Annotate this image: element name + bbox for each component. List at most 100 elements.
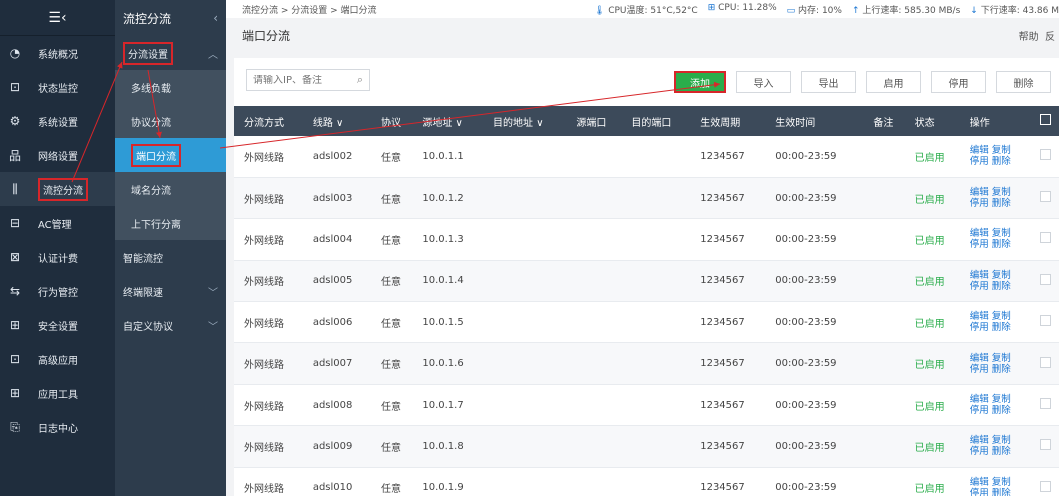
column-header: 生效时间 xyxy=(765,106,864,136)
row-checkbox[interactable] xyxy=(1030,301,1059,344)
cell-actions: 编辑 复制 停用 删除 xyxy=(959,218,1031,261)
subnav-item-port[interactable]: 端口分流 xyxy=(115,138,226,172)
chevron-left-icon[interactable]: ‹ xyxy=(213,11,218,25)
cell-source: 10.0.1.6 xyxy=(412,342,484,385)
cell-src-port xyxy=(566,301,622,344)
help-link[interactable]: 帮助 反 xyxy=(1019,28,1055,43)
export-button[interactable]: 导出 xyxy=(801,71,856,93)
cell-actions: 编辑 复制 停用 删除 xyxy=(959,260,1031,303)
disable-link[interactable]: 停用 xyxy=(970,364,989,375)
row-checkbox[interactable] xyxy=(1030,260,1059,303)
disable-link[interactable]: 停用 xyxy=(970,198,989,209)
sidebar-item-2[interactable]: ⚙ 系统设置 xyxy=(0,104,115,138)
cell-status: 已启用 xyxy=(904,342,960,385)
subnav-section-flow-settings[interactable]: 分流设置 ︿ xyxy=(115,36,226,70)
edit-link[interactable]: 编辑 xyxy=(970,270,989,281)
delete-link[interactable]: 删除 xyxy=(992,446,1011,457)
edit-link[interactable]: 编辑 xyxy=(970,435,989,446)
row-checkbox[interactable] xyxy=(1030,177,1059,220)
subnav-section-smart[interactable]: 智能流控 xyxy=(115,240,226,274)
subnav-item-updown[interactable]: 上下行分离 xyxy=(115,206,226,240)
row-checkbox[interactable] xyxy=(1030,384,1059,427)
sidebar-item-6[interactable]: ⊠ 认证计费 xyxy=(0,240,115,274)
disable-link[interactable]: 停用 xyxy=(970,281,989,292)
sidebar-item-7[interactable]: ⇆ 行为管控 xyxy=(0,274,115,308)
sidebar-item-0[interactable]: ◔ 系统概况 xyxy=(0,36,115,70)
copy-link[interactable]: 复制 xyxy=(992,145,1011,156)
edit-link[interactable]: 编辑 xyxy=(970,228,989,239)
copy-link[interactable]: 复制 xyxy=(992,311,1011,322)
rules-table: 分流方式 线路 ∨ 协议 源地址 ∨ 目的地址 ∨ 源端口 目的端口 生效周期 生效时间 备注 状态… xyxy=(234,106,1059,496)
search-box[interactable]: ⌕ xyxy=(246,69,370,91)
edit-link[interactable]: 编辑 xyxy=(970,477,989,488)
cell-mode: 外网线路 xyxy=(234,467,303,496)
disable-button[interactable]: 停用 xyxy=(931,71,986,93)
delete-link[interactable]: 删除 xyxy=(992,322,1011,333)
subnav-section-custom[interactable]: 自定义协议 ﹀ xyxy=(115,308,226,342)
cell-dst-port xyxy=(621,425,691,468)
edit-link[interactable]: 编辑 xyxy=(970,187,989,198)
delete-link[interactable]: 删除 xyxy=(992,198,1011,209)
disable-link[interactable]: 停用 xyxy=(970,156,989,167)
copy-link[interactable]: 复制 xyxy=(992,477,1011,488)
cell-dst-port xyxy=(621,260,691,303)
sidebar-item-1[interactable]: ⊡ 状态监控 xyxy=(0,70,115,104)
sidebar-item-10[interactable]: ⊞ 应用工具 xyxy=(0,376,115,410)
sidebar-item-9[interactable]: ⊡ 高级应用 xyxy=(0,342,115,376)
log-icon: ⎘ xyxy=(10,419,20,434)
delete-link[interactable]: 删除 xyxy=(992,364,1011,375)
copy-link[interactable]: 复制 xyxy=(992,435,1011,446)
edit-link[interactable]: 编辑 xyxy=(970,353,989,364)
edit-link[interactable]: 编辑 xyxy=(970,394,989,405)
cell-source: 10.0.1.5 xyxy=(412,301,484,344)
edit-link[interactable]: 编辑 xyxy=(970,311,989,322)
row-checkbox[interactable] xyxy=(1030,467,1059,496)
disable-link[interactable]: 停用 xyxy=(970,239,989,250)
subnav-section-terminal[interactable]: 终端限速 ﹀ xyxy=(115,274,226,308)
subnav-item-domain[interactable]: 域名分流 xyxy=(115,172,226,206)
delete-link[interactable]: 删除 xyxy=(992,156,1011,167)
sidebar-item-8[interactable]: ⊞ 安全设置 xyxy=(0,308,115,342)
copy-link[interactable]: 复制 xyxy=(992,353,1011,364)
delete-link[interactable]: 删除 xyxy=(992,239,1011,250)
enable-button[interactable]: 启用 xyxy=(866,71,921,93)
column-header[interactable]: 线路 ∨ xyxy=(302,106,372,136)
disable-link[interactable]: 停用 xyxy=(970,322,989,333)
disable-link[interactable]: 停用 xyxy=(970,405,989,416)
thermometer-icon: 🌡 xyxy=(593,5,606,16)
delete-button[interactable]: 删除 xyxy=(996,71,1051,93)
subnav-item-multiline[interactable]: 多线负载 xyxy=(115,70,226,104)
add-button[interactable]: 添加 xyxy=(674,71,726,93)
delete-link[interactable]: 删除 xyxy=(992,405,1011,416)
row-checkbox[interactable] xyxy=(1030,342,1059,385)
sidebar-item-11[interactable]: ⎘ 日志中心 xyxy=(0,410,115,444)
search-icon[interactable]: ⌕ xyxy=(357,73,363,87)
subnav-item-protocol[interactable]: 协议分流 xyxy=(115,104,226,138)
table-row: 外网线路 adsl003 任意 10.0.1.2 1234567 00:00-23:59 已… xyxy=(234,177,1059,220)
copy-link[interactable]: 复制 xyxy=(992,187,1011,198)
disable-link[interactable]: 停用 xyxy=(970,488,989,496)
delete-link[interactable]: 删除 xyxy=(992,488,1011,496)
cell-period: 1234567 xyxy=(690,136,766,178)
sidebar-item-4[interactable]: ⫼ 流控分流 xyxy=(0,172,115,206)
sidebar-item-5[interactable]: ⊟ AC管理 xyxy=(0,206,115,240)
row-checkbox[interactable] xyxy=(1030,425,1059,468)
row-checkbox[interactable] xyxy=(1030,136,1059,178)
cell-remark xyxy=(863,301,905,344)
sidebar-item-3[interactable]: 品 网络设置 xyxy=(0,138,115,172)
collapse-menu-icon[interactable]: ☰‹ xyxy=(0,0,115,36)
import-button[interactable]: 导入 xyxy=(736,71,791,93)
delete-link[interactable]: 删除 xyxy=(992,281,1011,292)
copy-link[interactable]: 复制 xyxy=(992,270,1011,281)
select-all-checkbox[interactable] xyxy=(1030,106,1059,136)
sidebar-item-label: 行为管控 xyxy=(38,287,78,299)
column-header[interactable]: 源地址 ∨ xyxy=(412,106,484,136)
search-input[interactable] xyxy=(253,74,353,86)
copy-link[interactable]: 复制 xyxy=(992,394,1011,405)
column-header[interactable]: 目的地址 ∨ xyxy=(483,106,567,136)
edit-link[interactable]: 编辑 xyxy=(970,145,989,156)
copy-link[interactable]: 复制 xyxy=(992,228,1011,239)
disable-link[interactable]: 停用 xyxy=(970,446,989,457)
row-checkbox[interactable] xyxy=(1030,218,1059,261)
status-bar: 流控分流 > 分流设置 > 端口分流 🌡 CPU温度: 51°C,52°C ⊞ … xyxy=(226,0,1059,18)
